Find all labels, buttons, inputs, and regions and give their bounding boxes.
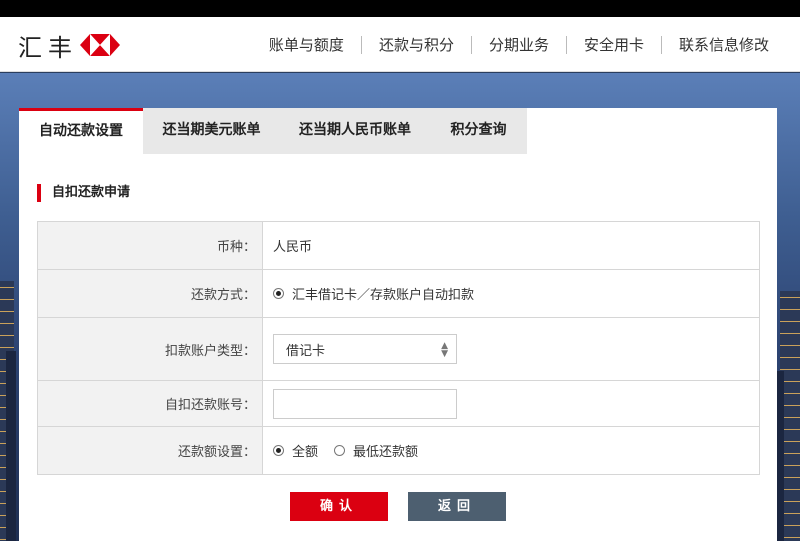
- tab-rmb-bill[interactable]: 还当期人民币账单: [280, 108, 430, 154]
- back-button[interactable]: 返回: [408, 492, 506, 521]
- section-title: 自扣还款申请: [37, 184, 130, 202]
- nav-bills-limits[interactable]: 账单与额度: [252, 34, 361, 55]
- form-row-method: 还款方式： 汇丰借记卡／存款账户自动扣款: [38, 270, 759, 318]
- account-type-select[interactable]: 借记卡 ▲ ▼: [273, 334, 457, 364]
- method-radio[interactable]: [273, 288, 284, 299]
- account-type-selected: 借记卡: [286, 343, 326, 359]
- hsbc-logo[interactable]: 汇丰: [18, 29, 120, 62]
- nav-repayment-points[interactable]: 还款与积分: [362, 34, 471, 55]
- tab-points-query[interactable]: 积分查询: [430, 108, 527, 154]
- amount-minimum-label: 最低还款额: [353, 445, 419, 460]
- currency-label: 币种：: [38, 222, 263, 269]
- account-number-label: 自扣还款账号：: [38, 381, 263, 426]
- confirm-button[interactable]: 确认: [290, 492, 388, 521]
- nav-installments[interactable]: 分期业务: [472, 34, 566, 55]
- tab-auto-repayment[interactable]: 自动还款设置: [19, 108, 143, 154]
- currency-value: 人民币: [273, 240, 313, 255]
- method-value: 汇丰借记卡／存款账户自动扣款: [292, 288, 475, 303]
- amount-minimum-radio[interactable]: [334, 445, 346, 456]
- header: 汇丰 账单与额度 还款与积分 分期业务 安全用卡 联系信息修改: [0, 17, 800, 72]
- nav-card-security[interactable]: 安全用卡: [567, 34, 661, 55]
- form-row-account-type: 扣款账户类型： 借记卡 ▲ ▼: [38, 318, 759, 381]
- tab-usd-bill[interactable]: 还当期美元账单: [143, 108, 280, 154]
- amount-full-radio[interactable]: [273, 445, 284, 456]
- form-row-currency: 币种： 人民币: [38, 222, 759, 270]
- account-number-input[interactable]: [273, 388, 457, 419]
- account-type-label: 扣款账户类型：: [38, 318, 263, 380]
- select-updown-icon: ▲ ▼: [441, 341, 448, 359]
- amount-full-label: 全额: [292, 445, 319, 460]
- main-panel: 自动还款设置 还当期美元账单 还当期人民币账单 积分查询 自扣还款申请 币种： …: [19, 108, 777, 541]
- hexagon-logo-icon: [80, 34, 120, 56]
- repayment-form: 币种： 人民币 还款方式： 汇丰借记卡／存款账户自动扣款 扣款账户类型： 借记卡…: [37, 221, 760, 475]
- amount-label: 还款额设置：: [38, 427, 263, 474]
- method-label: 还款方式：: [38, 270, 263, 317]
- form-row-account-number: 自扣还款账号：: [38, 381, 759, 427]
- brand-name: 汇丰: [18, 33, 78, 62]
- tab-bar: 自动还款设置 还当期美元账单 还当期人民币账单 积分查询: [19, 108, 777, 154]
- nav-contact-info[interactable]: 联系信息修改: [662, 34, 786, 55]
- main-nav: 账单与额度 还款与积分 分期业务 安全用卡 联系信息修改: [252, 17, 786, 72]
- form-row-amount: 还款额设置： 全额 最低还款额: [38, 427, 759, 474]
- top-black-bar: [0, 0, 800, 17]
